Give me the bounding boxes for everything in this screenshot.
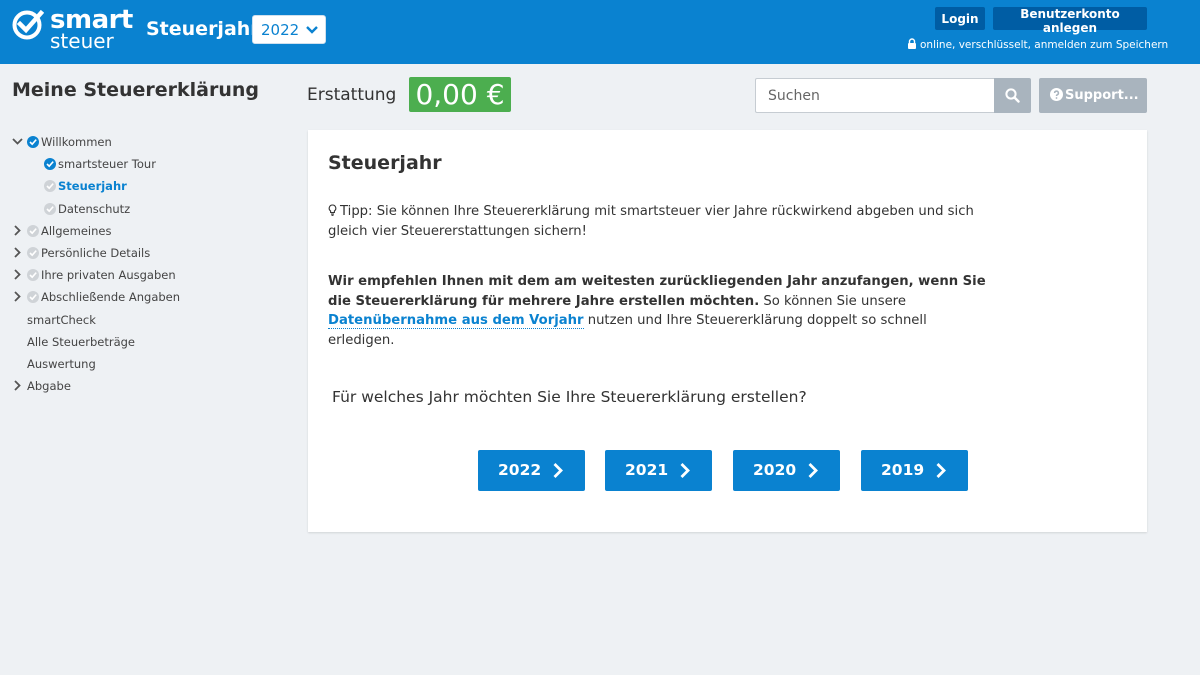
chevron-right-icon xyxy=(14,269,21,280)
question-circle-icon xyxy=(1050,88,1063,101)
chevron-down-icon xyxy=(12,138,23,145)
year-button-label: 2019 xyxy=(881,461,925,479)
year-button-2019[interactable]: 2019 xyxy=(861,450,968,491)
sidebar-item-label: Abschließende Angaben xyxy=(41,290,181,304)
recommendation-text: Wir empfehlen Ihnen mit dem am weitesten… xyxy=(328,272,988,350)
secure-note: online, verschlüsselt, anmelden zum Spei… xyxy=(907,38,1168,51)
register-button[interactable]: Benutzerkonto anlegen xyxy=(993,7,1147,35)
recommendation-pre: So können Sie unsere xyxy=(759,293,906,309)
sidebar-item-label: Auswertung xyxy=(27,357,96,371)
sidebar-item-abschliessende-angaben[interactable]: Abschließende Angaben xyxy=(12,287,180,307)
content-card: Steuerjahr Tipp: Sie können Ihre Steuere… xyxy=(308,130,1147,532)
sidebar-item-allgemeines[interactable]: Allgemeines xyxy=(12,221,111,241)
header-title: Steuerjahr xyxy=(146,18,260,40)
sidebar-item-auswertung[interactable]: Auswertung xyxy=(27,354,96,374)
sidebar-item-private-ausgaben[interactable]: Ihre privaten Ausgaben xyxy=(12,265,176,285)
chevron-right-icon xyxy=(936,463,946,478)
chevron-right-icon xyxy=(14,225,21,236)
login-button[interactable]: Login xyxy=(935,7,985,30)
check-circle-icon xyxy=(27,291,39,303)
search-button[interactable] xyxy=(994,78,1031,113)
chevron-right-icon xyxy=(680,463,690,478)
year-question: Für welches Jahr möchten Sie Ihre Steuer… xyxy=(332,388,807,406)
tip-text: Tipp: Sie können Ihre Steuererklärung mi… xyxy=(328,202,988,242)
chevron-right-icon xyxy=(14,380,21,391)
support-button[interactable]: Support... xyxy=(1039,78,1147,113)
sidebar-item-willkommen[interactable]: Willkommen xyxy=(12,132,112,152)
sidebar-item-persoenliche-details[interactable]: Persönliche Details xyxy=(12,243,150,263)
tip-content: Tipp: Sie können Ihre Steuererklärung mi… xyxy=(328,204,974,239)
support-button-label: Support... xyxy=(1065,88,1139,103)
sidebar-item-label: Alle Steuerbeträge xyxy=(27,335,135,349)
year-button-2021[interactable]: 2021 xyxy=(605,450,712,491)
card-title: Steuerjahr xyxy=(328,152,442,174)
refund-label: Erstattung xyxy=(307,85,397,105)
search-icon xyxy=(1005,88,1020,103)
data-import-link[interactable]: Datenübernahme aus dem Vorjahr xyxy=(328,313,584,329)
logo-text-steuer: steuer xyxy=(50,29,114,53)
sidebar-item-label: Allgemeines xyxy=(41,224,112,238)
sidebar-item-label: smartCheck xyxy=(27,313,96,327)
chevron-right-icon xyxy=(808,463,818,478)
year-button-label: 2020 xyxy=(753,461,797,479)
chevron-right-icon xyxy=(14,291,21,302)
sidebar-item-abgabe[interactable]: Abgabe xyxy=(12,376,71,396)
sidebar-item-alle-steuerbetraege[interactable]: Alle Steuerbeträge xyxy=(27,332,135,352)
chevron-down-icon xyxy=(306,26,318,34)
chevron-right-icon xyxy=(553,463,563,478)
refund-amount: 0,00 € xyxy=(409,77,511,112)
smartsteuer-logo[interactable]: smart steuer xyxy=(12,5,133,53)
sidebar-item-label: Abgabe xyxy=(27,379,71,393)
chevron-right-icon xyxy=(14,247,21,258)
year-button-label: 2022 xyxy=(498,461,542,479)
lock-icon xyxy=(908,38,916,49)
year-select-value: 2022 xyxy=(261,21,300,39)
sidebar-item-label: Persönliche Details xyxy=(41,246,151,260)
sidebar-item-smartcheck[interactable]: smartCheck xyxy=(27,310,96,330)
sidebar-item-label: Willkommen xyxy=(41,135,112,149)
sidebar-item-label: smartsteuer Tour xyxy=(58,157,156,171)
check-circle-icon xyxy=(27,269,39,281)
sidebar-title: Meine Steuererklärung xyxy=(12,79,260,101)
check-circle-icon xyxy=(27,136,39,148)
sidebar-item-tour[interactable]: smartsteuer Tour xyxy=(44,154,156,174)
sidebar-item-datenschutz[interactable]: Datenschutz xyxy=(44,199,130,219)
check-circle-icon xyxy=(44,158,56,170)
search-input[interactable] xyxy=(755,78,994,113)
year-select[interactable]: 2022 xyxy=(252,15,326,44)
year-button-2020[interactable]: 2020 xyxy=(733,450,840,491)
lightbulb-icon xyxy=(328,204,337,216)
sidebar-item-label: Datenschutz xyxy=(58,202,131,216)
check-circle-icon xyxy=(27,247,39,259)
sidebar-item-steuerjahr[interactable]: Steuerjahr xyxy=(44,176,127,196)
logo-check-icon xyxy=(12,9,44,40)
sidebar-item-label: Steuerjahr xyxy=(58,179,127,193)
top-header: smart steuer Steuerjahr 2022 Login Benut… xyxy=(0,0,1200,64)
check-circle-icon xyxy=(44,203,56,215)
secure-note-text: online, verschlüsselt, anmelden zum Spei… xyxy=(920,39,1169,51)
check-circle-icon xyxy=(27,225,39,237)
check-circle-icon xyxy=(44,180,56,192)
year-button-label: 2021 xyxy=(625,461,669,479)
sidebar-item-label: Ihre privaten Ausgaben xyxy=(41,268,176,282)
year-button-2022[interactable]: 2022 xyxy=(478,450,585,491)
